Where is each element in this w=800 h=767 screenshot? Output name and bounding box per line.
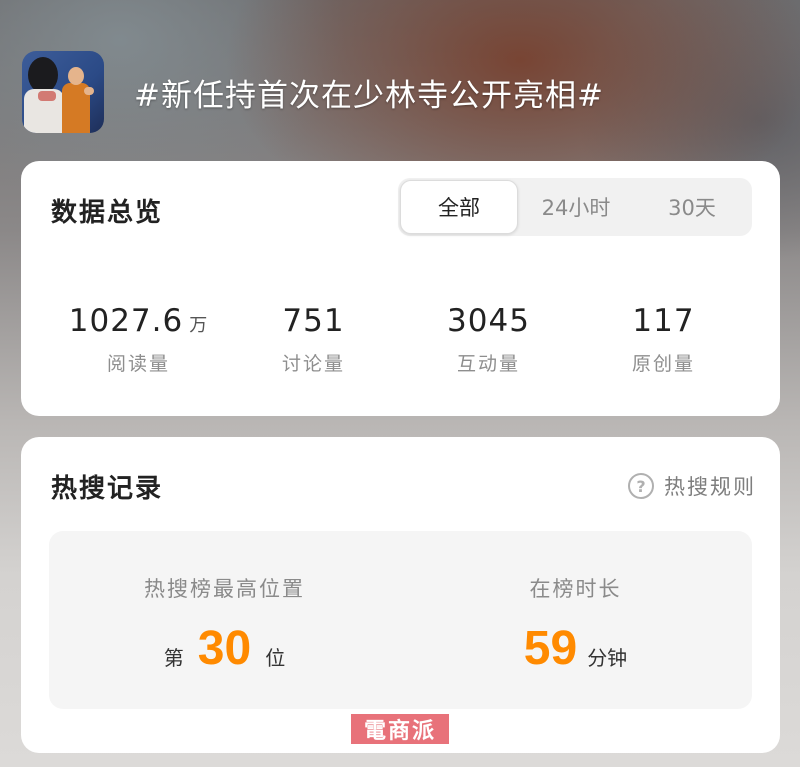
stats-row: 1027.6 万 阅读量 751 讨论量 3045 互动量 117 原创量 bbox=[51, 301, 751, 376]
hot-search-card: 热搜记录 ? 热搜规则 热搜榜最高位置 第 30 位 在榜时长 59 分钟 bbox=[21, 437, 780, 753]
watermark-logo: 電商派 bbox=[351, 714, 449, 744]
tab-24h[interactable]: 24小时 bbox=[518, 180, 634, 234]
hot-search-rules-link[interactable]: ? 热搜规则 bbox=[628, 471, 756, 501]
rank-value: 30 bbox=[197, 622, 252, 675]
duration-suffix: 分钟 bbox=[587, 646, 628, 670]
highest-rank: 热搜榜最高位置 第 30 位 bbox=[49, 531, 400, 709]
tab-all[interactable]: 全部 bbox=[400, 180, 518, 234]
time-range-selector: 全部 24小时 30天 bbox=[398, 178, 752, 236]
overview-title: 数据总览 bbox=[51, 198, 164, 228]
stat-original-value: 117 bbox=[632, 303, 695, 339]
stat-discussions: 751 讨论量 bbox=[226, 301, 401, 376]
stat-reads-unit: 万 bbox=[189, 315, 209, 336]
stat-interactions-label: 互动量 bbox=[456, 353, 520, 375]
stat-interactions-value: 3045 bbox=[447, 303, 530, 339]
stat-discussions-value: 751 bbox=[282, 303, 345, 339]
rank-suffix: 位 bbox=[265, 646, 286, 670]
topic-title: #新任持首次在少林寺公开亮相# bbox=[134, 77, 604, 114]
rank-prefix: 第 bbox=[163, 646, 184, 670]
stat-interactions: 3045 互动量 bbox=[401, 301, 576, 376]
stat-original: 117 原创量 bbox=[576, 301, 751, 376]
hot-search-title: 热搜记录 bbox=[51, 474, 164, 504]
highest-rank-label: 热搜榜最高位置 bbox=[144, 577, 305, 601]
stat-reads-label: 阅读量 bbox=[106, 353, 170, 375]
stat-discussions-label: 讨论量 bbox=[281, 353, 345, 375]
rules-label: 热搜规则 bbox=[664, 475, 756, 499]
topic-header: #新任持首次在少林寺公开亮相# bbox=[22, 50, 782, 134]
stat-reads-value: 1027.6 bbox=[68, 303, 184, 339]
tab-30d[interactable]: 30天 bbox=[634, 180, 750, 234]
question-circle-icon: ? bbox=[628, 473, 654, 499]
overview-card: 数据总览 全部 24小时 30天 1027.6 万 阅读量 751 讨论量 30… bbox=[21, 161, 780, 416]
duration-value: 59 bbox=[523, 622, 578, 675]
topic-thumbnail[interactable] bbox=[22, 51, 104, 133]
duration-on-list: 在榜时长 59 分钟 bbox=[400, 531, 751, 709]
duration-label: 在榜时长 bbox=[529, 577, 622, 601]
record-box: 热搜榜最高位置 第 30 位 在榜时长 59 分钟 bbox=[49, 531, 752, 709]
stat-reads: 1027.6 万 阅读量 bbox=[51, 301, 226, 376]
stat-original-label: 原创量 bbox=[631, 353, 695, 375]
